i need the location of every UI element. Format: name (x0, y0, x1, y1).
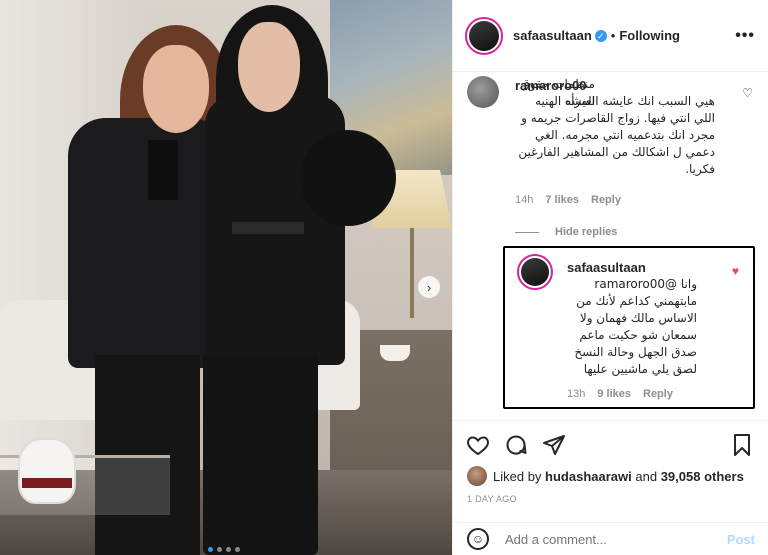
likes-middle: and (635, 468, 658, 484)
comment-reply-button[interactable]: Reply (591, 194, 621, 206)
more-options-icon[interactable]: ••• (735, 27, 755, 45)
comment-likes[interactable]: 7 likes (545, 194, 579, 206)
post-header: safaasultaan ✓ • Following ••• (453, 0, 768, 72)
woman-right-belt (232, 222, 304, 234)
woman-left-shirt (148, 140, 178, 200)
teapot-band (22, 478, 72, 488)
woman-right-sleeve (300, 130, 396, 226)
comment-time: 14h (515, 194, 534, 206)
woman-right-trousers (203, 355, 318, 555)
emoji-icon[interactable]: ☺ (467, 528, 489, 550)
comment-text: هيي السبب انك عايشه العيشه الهنيه اللي ا… (518, 94, 715, 176)
reply-liked-heart-icon[interactable]: ♥ (732, 264, 739, 278)
teacup (380, 345, 410, 361)
woman-right-face (238, 22, 300, 112)
hide-replies-line (515, 231, 539, 233)
reply-author-avatar-image (521, 258, 549, 286)
likes-summary: Liked by hudashaarawi and 39,058 others (467, 466, 744, 486)
woman-left-face (143, 45, 209, 133)
comments-list[interactable]: ramaroro00 منظمات حقوق المرأه هيي السبب … (453, 72, 768, 420)
reply-reply-button[interactable]: Reply (643, 388, 673, 400)
hide-replies-label: Hide replies (555, 226, 618, 238)
reply-comment: safaasultaan ♥ وانا @ramaroro00 مابتهمني… (503, 246, 755, 409)
carousel-dot (226, 547, 231, 552)
reply-text: وانا @ramaroro00 مابتهمني كداعم لأنك من … (574, 277, 697, 376)
header-separator: • (610, 28, 616, 43)
commenter-avatar[interactable] (467, 76, 499, 108)
reply-meta: 13h 9 likes Reply (567, 388, 673, 400)
bookmark-icon[interactable] (729, 433, 755, 459)
post-actions-bar (453, 420, 768, 470)
carousel-dots (208, 547, 240, 552)
post-comment-button[interactable]: Post (727, 532, 755, 547)
share-icon[interactable] (541, 433, 567, 459)
author-avatar-image (469, 20, 499, 51)
liker-avatar[interactable] (467, 466, 487, 486)
comment-icon[interactable] (503, 433, 529, 459)
carousel-dot (208, 547, 213, 552)
comment-like-heart-icon[interactable]: ♡ (742, 86, 753, 100)
teapot (18, 438, 76, 504)
carousel-dot (217, 547, 222, 552)
liker-username[interactable]: hudashaarawi (545, 469, 632, 484)
hide-replies-button[interactable]: Hide replies (515, 226, 617, 238)
comment-meta: 14h 7 likes Reply (515, 194, 621, 206)
reply-username[interactable]: safaasultaan (567, 260, 646, 275)
post-details-panel: safaasultaan ✓ • Following ••• ramaroro0… (452, 0, 768, 555)
lamp-pole (410, 228, 414, 318)
post-photo[interactable]: › (0, 0, 452, 555)
add-comment-bar: ☺ Post (453, 522, 768, 555)
heart-icon[interactable] (465, 433, 491, 459)
following-button[interactable]: Following (619, 28, 680, 43)
chevron-right-icon: › (426, 279, 432, 295)
reply-time: 13h (567, 388, 586, 400)
verified-badge-icon: ✓ (594, 29, 607, 42)
author-username[interactable]: safaasultaan (513, 28, 592, 43)
reply-likes[interactable]: 9 likes (597, 388, 631, 400)
next-photo-button[interactable]: › (418, 276, 440, 298)
reply-author-avatar[interactable] (517, 254, 553, 290)
likes-prefix: Liked by (493, 468, 542, 484)
carousel-dot (235, 547, 240, 552)
add-comment-input[interactable] (505, 531, 705, 547)
author-avatar[interactable] (465, 16, 503, 55)
likes-count[interactable]: 39,058 others (661, 469, 744, 484)
post-timestamp[interactable]: 1 DAY AGO (467, 494, 517, 504)
